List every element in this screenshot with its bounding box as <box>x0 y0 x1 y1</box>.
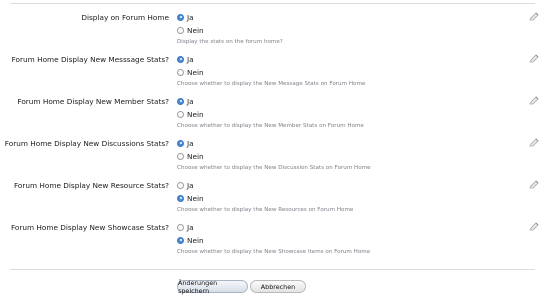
option-label: Forum Home Display New Member Stats? <box>17 97 169 106</box>
radio-nein[interactable] <box>177 26 184 34</box>
radio-option-nein[interactable]: Nein <box>177 151 204 161</box>
radio-option-ja[interactable]: Ja <box>177 180 194 190</box>
radio-label-nein: Nein <box>187 67 204 77</box>
radio-label-nein: Nein <box>187 25 204 35</box>
option-hint: Choose whether to display the New Showca… <box>177 249 371 255</box>
pencil-edit-icon[interactable] <box>528 222 540 232</box>
radio-label-ja: Ja <box>187 12 194 22</box>
radio-option-ja[interactable]: Ja <box>177 138 194 148</box>
top-divider <box>10 3 535 4</box>
radio-label-ja: Ja <box>187 180 194 190</box>
radio-label-ja: Ja <box>187 222 194 232</box>
radio-nein[interactable] <box>177 194 184 202</box>
radio-nein[interactable] <box>177 68 184 76</box>
radio-label-nein: Nein <box>187 151 204 161</box>
option-row-discussion-stats: Forum Home Display New Discussions Stats… <box>0 138 545 180</box>
radio-ja[interactable] <box>177 139 184 147</box>
option-hint: Choose whether to display the New Member… <box>177 123 364 129</box>
radio-option-ja[interactable]: Ja <box>177 222 194 232</box>
radio-option-nein[interactable]: Nein <box>177 193 204 203</box>
option-label: Forum Home Display New Showcase Stats? <box>10 223 169 232</box>
pencil-edit-icon[interactable] <box>528 96 540 106</box>
radio-ja[interactable] <box>177 97 184 105</box>
radio-option-ja[interactable]: Ja <box>177 12 194 22</box>
pencil-edit-icon[interactable] <box>528 138 540 148</box>
radio-nein[interactable] <box>177 236 184 244</box>
cancel-button[interactable]: Abbrechen <box>250 280 306 293</box>
option-label: Forum Home Display New Messsage Stats? <box>11 55 169 64</box>
radio-option-nein[interactable]: Nein <box>177 67 204 77</box>
radio-label-ja: Ja <box>187 96 194 106</box>
radio-ja[interactable] <box>177 13 184 21</box>
radio-label-nein: Nein <box>187 235 204 245</box>
option-label: Forum Home Display New Resource Stats? <box>13 181 169 190</box>
pencil-edit-icon[interactable] <box>528 180 540 190</box>
radio-nein[interactable] <box>177 152 184 160</box>
radio-label-nein: Nein <box>187 109 204 119</box>
radio-ja[interactable] <box>177 181 184 189</box>
option-hint: Display the stats on the forum home? <box>177 39 283 45</box>
radio-option-nein[interactable]: Nein <box>177 109 204 119</box>
option-row-member-stats: Forum Home Display New Member Stats? Ja … <box>0 96 545 138</box>
radio-ja[interactable] <box>177 223 184 231</box>
bottom-divider <box>10 269 535 270</box>
option-row-display-forum-home: Display on Forum Home Ja Nein Display th… <box>0 12 545 54</box>
option-hint: Choose whether to display the New Messag… <box>177 81 366 87</box>
option-hint: Choose whether to display the New Discus… <box>177 165 371 171</box>
option-row-message-stats: Forum Home Display New Messsage Stats? J… <box>0 54 545 96</box>
option-row-resource-stats: Forum Home Display New Resource Stats? J… <box>0 180 545 222</box>
radio-option-nein[interactable]: Nein <box>177 25 204 35</box>
save-changes-button[interactable]: Änderungen speichern <box>177 279 248 295</box>
option-label: Display on Forum Home <box>81 13 169 22</box>
option-hint: Choose whether to display the New Resour… <box>177 207 354 213</box>
pencil-edit-icon[interactable] <box>528 12 540 22</box>
radio-option-ja[interactable]: Ja <box>177 96 194 106</box>
radio-label-nein: Nein <box>187 193 204 203</box>
option-label: Forum Home Display New Discussions Stats… <box>4 139 169 148</box>
radio-option-ja[interactable]: Ja <box>177 54 194 64</box>
option-row-showcase-stats: Forum Home Display New Showcase Stats? J… <box>0 222 545 264</box>
radio-label-ja: Ja <box>187 138 194 148</box>
pencil-edit-icon[interactable] <box>528 54 540 64</box>
radio-label-ja: Ja <box>187 54 194 64</box>
radio-nein[interactable] <box>177 110 184 118</box>
radio-ja[interactable] <box>177 55 184 63</box>
radio-option-nein[interactable]: Nein <box>177 235 204 245</box>
